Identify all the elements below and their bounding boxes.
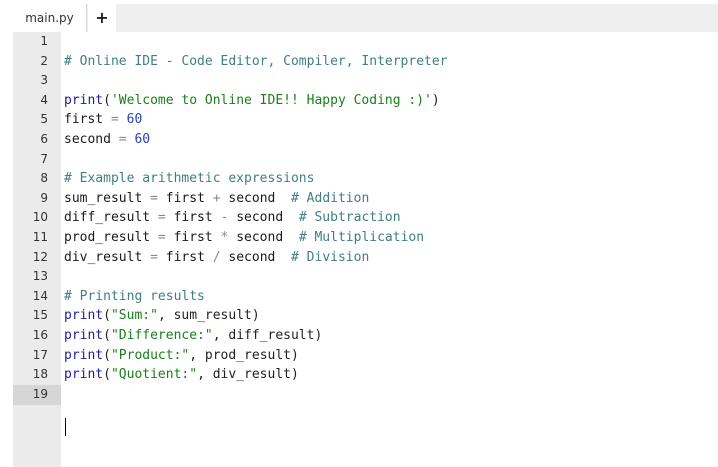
code-token: , diff_result): [212, 328, 323, 343]
code-token: second: [236, 210, 284, 225]
code-token: "Quotient:": [110, 367, 198, 382]
line-number: 11: [32, 230, 48, 244]
code-line: print("Product:", prod_result): [64, 346, 299, 366]
line-number: 4: [40, 93, 48, 107]
code-token: "Difference:": [110, 328, 213, 343]
code-token: =: [150, 210, 174, 225]
code-token: =: [142, 191, 166, 206]
code-token: 'Welcome to Online IDE!! Happy Coding :)…: [110, 93, 432, 108]
code-token: # Online IDE - Code Editor, Compiler, In…: [64, 54, 448, 69]
code-token: # Division: [291, 250, 370, 265]
code-token: print: [64, 93, 104, 108]
line-number: 9: [40, 191, 48, 205]
code-token: =: [110, 132, 135, 147]
code-line: second = 60: [64, 130, 150, 150]
code-token: 60: [134, 132, 151, 147]
code-token: =: [103, 112, 127, 127]
code-token: first: [165, 191, 205, 206]
code-editor[interactable]: # Online IDE - Code Editor, Compiler, In…: [64, 32, 714, 467]
line-number: 1: [40, 34, 48, 48]
code-token: (: [103, 348, 111, 363]
tab-bar: main.py +: [13, 4, 718, 32]
code-line: # Example arithmetic expressions: [64, 169, 314, 189]
code-token: div_result: [64, 250, 143, 265]
code-token: "Sum:": [110, 308, 158, 323]
code-token: (: [103, 93, 111, 108]
code-token: (: [103, 308, 111, 323]
code-token: , prod_result): [189, 348, 299, 363]
code-line: print("Sum:", sum_result): [64, 306, 260, 326]
line-number: 8: [40, 171, 48, 185]
code-token: # Example arithmetic expressions: [64, 171, 315, 186]
code-token: second: [228, 250, 276, 265]
code-token: , div_result): [197, 367, 299, 382]
line-number: 5: [40, 112, 48, 126]
line-number: 17: [32, 348, 48, 362]
line-number: 12: [32, 250, 48, 264]
code-token: /: [204, 250, 229, 265]
tab-main-py[interactable]: main.py: [13, 4, 87, 32]
line-number: 2: [40, 54, 48, 68]
line-number: 7: [40, 152, 48, 166]
code-line: div_result = first / second # Division: [64, 248, 369, 268]
line-number: 10: [32, 210, 48, 224]
code-token: first: [173, 230, 213, 245]
code-token: =: [150, 230, 174, 245]
code-line: print('Welcome to Online IDE!! Happy Cod…: [64, 91, 440, 111]
add-tab-button[interactable]: +: [88, 4, 116, 32]
line-number: 16: [32, 328, 48, 342]
code-token: "Product:": [110, 348, 190, 363]
code-line: diff_result = first - second # Subtracti…: [64, 208, 401, 228]
code-line: print("Difference:", diff_result): [64, 326, 322, 346]
code-token: print: [64, 308, 104, 323]
code-token: , sum_result): [157, 308, 260, 323]
code-line: first = 60: [64, 110, 142, 130]
line-number: 14: [32, 289, 48, 303]
code-token: second: [228, 191, 276, 206]
code-token: print: [64, 328, 104, 343]
code-line: sum_result = first + second # Addition: [64, 189, 369, 209]
code-token: prod_result: [64, 230, 151, 245]
line-number: 13: [32, 269, 48, 283]
line-number: 15: [32, 308, 48, 322]
code-token: first: [173, 210, 213, 225]
code-token: diff_result: [64, 210, 151, 225]
code-token: first: [165, 250, 205, 265]
line-number: 19: [13, 385, 61, 405]
code-token: (: [103, 328, 111, 343]
code-token: # Subtraction: [298, 210, 401, 225]
code-token: sum_result: [64, 191, 143, 206]
code-token: print: [64, 367, 104, 382]
line-number-gutter: 1 2 3 4 5 6 7 8 9 10 11 12 13 14 15 16 17 18 19: [13, 32, 61, 467]
code-token: second: [236, 230, 284, 245]
code-line: # Online IDE - Code Editor, Compiler, In…: [64, 52, 448, 72]
code-token: -: [212, 210, 237, 225]
code-token: # Multiplication: [298, 230, 425, 245]
code-token: (: [103, 367, 111, 382]
code-token: first: [64, 112, 104, 127]
line-number: 3: [40, 73, 48, 87]
code-token: +: [204, 191, 229, 206]
line-number: 18: [32, 367, 48, 381]
code-token: ): [431, 93, 440, 108]
code-line: print("Quotient:", div_result): [64, 365, 299, 385]
code-token: =: [142, 250, 166, 265]
code-token: # Printing results: [64, 289, 205, 304]
code-token: print: [64, 348, 104, 363]
text-cursor: [65, 418, 66, 436]
line-number: 6: [40, 132, 48, 146]
code-line: # Printing results: [64, 287, 205, 307]
code-line: prod_result = first * second # Multiplic…: [64, 228, 424, 248]
code-token: 60: [126, 112, 143, 127]
code-token: second: [64, 132, 111, 147]
code-token: # Addition: [291, 191, 370, 206]
code-token: *: [212, 230, 237, 245]
